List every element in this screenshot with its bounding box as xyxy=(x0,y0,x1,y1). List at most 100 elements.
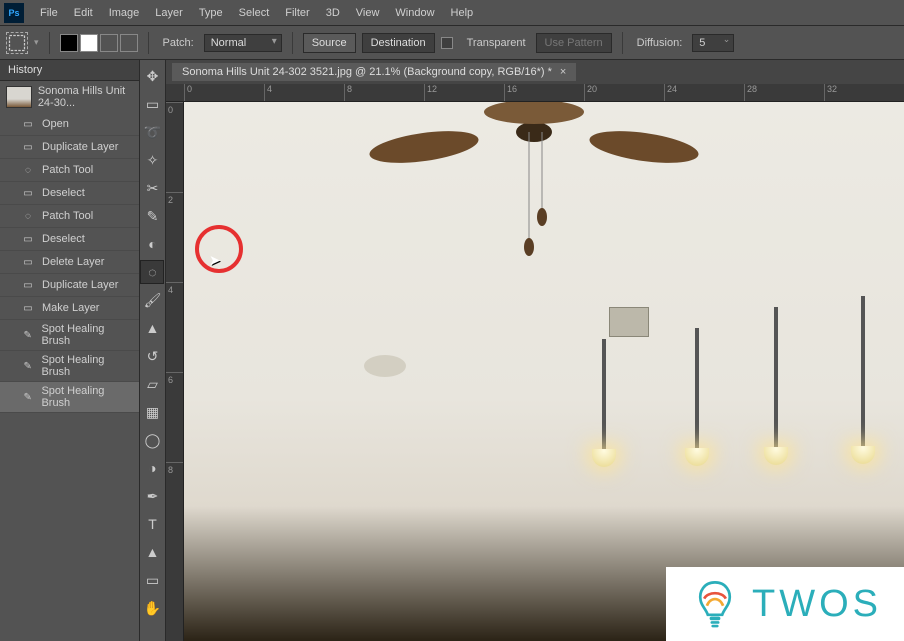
gradient-tool[interactable]: ▦ xyxy=(140,400,164,424)
path-selection-tool[interactable]: ▲ xyxy=(140,540,164,564)
ruler-tick: 4 xyxy=(166,282,183,372)
menu-view[interactable]: View xyxy=(348,3,388,23)
swatch-white-icon[interactable] xyxy=(80,34,98,52)
app-logo-icon: Ps xyxy=(4,3,24,23)
patch-tool[interactable]: ◌ xyxy=(140,260,164,284)
patch-icon: ◌ xyxy=(20,208,36,224)
pendant-light-3 xyxy=(774,307,778,447)
menu-help[interactable]: Help xyxy=(443,3,482,23)
document-tab[interactable]: Sonoma Hills Unit 24-302 3521.jpg @ 21.1… xyxy=(172,63,576,81)
history-item[interactable]: ▭Open xyxy=(0,113,139,136)
menu-file[interactable]: File xyxy=(32,3,66,23)
history-item-label: Spot Healing Brush xyxy=(41,354,133,378)
menu-3d[interactable]: 3D xyxy=(318,3,348,23)
menu-bar: Ps File Edit Image Layer Type Select Fil… xyxy=(0,0,904,26)
spot-healing-tool[interactable]: ◐ xyxy=(140,232,164,256)
vertical-ruler: 02468 xyxy=(166,102,184,641)
layer-icon: ▭ xyxy=(20,139,36,155)
transparent-label: Transparent xyxy=(467,37,526,49)
history-item[interactable]: ▭Deselect xyxy=(0,182,139,205)
ruler-tick: 4 xyxy=(264,84,344,101)
document-canvas[interactable] xyxy=(184,102,904,641)
history-item[interactable]: ✎Spot Healing Brush xyxy=(0,320,139,351)
open-icon: ▭ xyxy=(20,116,36,132)
history-brush-tool[interactable]: ↺ xyxy=(140,344,164,368)
rectangle-tool[interactable]: ▭ xyxy=(140,568,164,592)
ruler-tick: 0 xyxy=(184,84,264,101)
ruler-tick: 16 xyxy=(504,84,584,101)
eyedropper-tool[interactable]: ✎ xyxy=(140,204,164,228)
layer-icon: ▭ xyxy=(20,300,36,316)
history-item[interactable]: ◌ Patch Tool xyxy=(0,159,139,182)
crop-tool[interactable]: ✂ xyxy=(140,176,164,200)
destination-button[interactable]: Destination xyxy=(362,33,435,53)
hand-tool[interactable]: ✋ xyxy=(140,596,164,620)
ceiling-vent-illustration xyxy=(609,307,649,337)
history-snapshot[interactable]: Sonoma Hills Unit 24-30... xyxy=(0,81,139,113)
ceiling-fan-illustration xyxy=(364,102,704,272)
swatch-gray-icon[interactable] xyxy=(100,34,118,52)
ruler-tick: 6 xyxy=(166,372,183,462)
history-item[interactable]: ✎Spot Healing Brush xyxy=(0,382,139,413)
type-tool[interactable]: T xyxy=(140,512,164,536)
ruler-tick: 2 xyxy=(166,192,183,282)
menu-window[interactable]: Window xyxy=(387,3,442,23)
history-item[interactable]: ▭Delete Layer xyxy=(0,251,139,274)
menu-edit[interactable]: Edit xyxy=(66,3,101,23)
menu-select[interactable]: Select xyxy=(231,3,278,23)
source-button[interactable]: Source xyxy=(303,33,356,53)
use-pattern-button[interactable]: Use Pattern xyxy=(536,33,612,53)
diffusion-label: Diffusion: xyxy=(637,37,683,49)
history-panel: History Sonoma Hills Unit 24-30... ▭Open… xyxy=(0,60,140,641)
ruler-tick: 8 xyxy=(344,84,424,101)
snapshot-thumbnail-icon xyxy=(6,86,32,108)
blur-tool[interactable]: ◯ xyxy=(140,428,164,452)
ruler-tick: 0 xyxy=(166,102,183,192)
snapshot-name: Sonoma Hills Unit 24-30... xyxy=(38,85,133,109)
patch-mode-dropdown[interactable]: Normal xyxy=(204,34,282,52)
lasso-tool[interactable]: ➰ xyxy=(140,120,164,144)
diffusion-spinner[interactable]: 5 xyxy=(692,34,734,52)
history-item-label: Duplicate Layer xyxy=(42,279,118,291)
eraser-tool[interactable]: ▱ xyxy=(140,372,164,396)
tool-preset-chevron-icon[interactable]: ▾ xyxy=(34,37,39,48)
transparent-checkbox[interactable] xyxy=(441,37,453,49)
lightbulb-icon xyxy=(688,577,742,631)
move-tool[interactable]: ✥ xyxy=(140,64,164,88)
close-icon[interactable]: × xyxy=(560,66,566,78)
history-item[interactable]: ✎Spot Healing Brush xyxy=(0,351,139,382)
magic-wand-tool[interactable]: ✧ xyxy=(140,148,164,172)
document-tab-bar: Sonoma Hills Unit 24-302 3521.jpg @ 21.1… xyxy=(166,60,904,84)
history-item-label: Deselect xyxy=(42,233,85,245)
menu-layer[interactable]: Layer xyxy=(147,3,191,23)
dodge-tool[interactable]: ◑ xyxy=(140,456,164,480)
ruler-tick: 8 xyxy=(166,462,183,552)
menu-filter[interactable]: Filter xyxy=(277,3,317,23)
pendant-light-4 xyxy=(861,296,865,446)
history-item[interactable]: ▭Deselect xyxy=(0,228,139,251)
patch-icon: ◌ xyxy=(20,162,36,178)
swatch-gray2-icon[interactable] xyxy=(120,34,138,52)
swatch-black-icon[interactable] xyxy=(60,34,78,52)
history-item[interactable]: ▭Make Layer xyxy=(0,297,139,320)
horizontal-ruler: 048121620242832 xyxy=(166,84,904,102)
history-tab[interactable]: History xyxy=(0,60,139,81)
history-item[interactable]: ▭Duplicate Layer xyxy=(0,136,139,159)
menu-image[interactable]: Image xyxy=(101,3,148,23)
history-item[interactable]: ▭Duplicate Layer xyxy=(0,274,139,297)
brush-tool[interactable]: 🖌 xyxy=(140,288,164,312)
ruler-tick: 24 xyxy=(664,84,744,101)
history-item-label: Spot Healing Brush xyxy=(41,323,133,347)
history-item-label: Patch Tool xyxy=(42,164,93,176)
current-tool-icon[interactable] xyxy=(6,32,28,54)
options-bar: ▾ Patch: Normal Source Destination Trans… xyxy=(0,26,904,60)
marquee-tool[interactable]: ▭ xyxy=(140,92,164,116)
history-item[interactable]: ◌Patch Tool xyxy=(0,205,139,228)
watermark: TWOS xyxy=(666,567,904,641)
pen-tool[interactable]: ✒ xyxy=(140,484,164,508)
ruler-tick: 12 xyxy=(424,84,504,101)
patch-label: Patch: xyxy=(163,37,194,49)
pendant-light-2 xyxy=(695,328,699,448)
menu-type[interactable]: Type xyxy=(191,3,231,23)
clone-stamp-tool[interactable]: ▲ xyxy=(140,316,164,340)
